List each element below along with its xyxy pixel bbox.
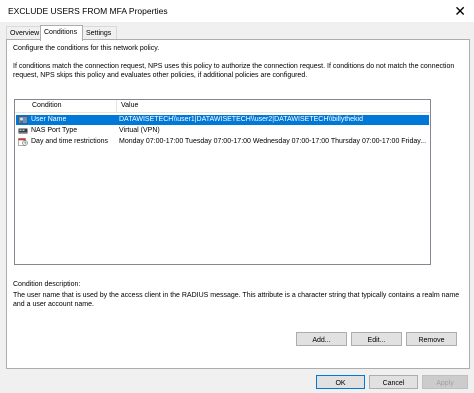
- tab-settings[interactable]: Settings: [82, 26, 117, 40]
- ok-button[interactable]: OK: [316, 375, 365, 389]
- condition-value: DATAWISETECH\\user1|DATAWISETECH\\user2|…: [119, 116, 364, 123]
- tab-conditions[interactable]: Conditions: [40, 25, 83, 41]
- condition-name: Day and time restrictions: [31, 138, 109, 145]
- apply-button[interactable]: Apply: [422, 375, 468, 389]
- tab-conditions-label: Conditions: [44, 29, 78, 36]
- clock-calendar-icon: [18, 138, 28, 146]
- condition-value: Monday 07:00-17:00 Tuesday 07:00-17:00 W…: [119, 138, 427, 145]
- condition-row-user-name[interactable]: User Name DATAWISETECH\\user1|DATAWISETE…: [16, 115, 429, 125]
- explain-text-line1: If conditions match the connection reque…: [13, 63, 455, 70]
- condition-description-line2: and a user account name.: [13, 301, 94, 308]
- list-header: Condition Value: [15, 100, 430, 113]
- remove-button[interactable]: Remove: [406, 332, 457, 346]
- tab-overview[interactable]: Overview: [6, 26, 42, 40]
- column-header-value[interactable]: Value: [117, 100, 430, 112]
- condition-description-line1: The user name that is used by the access…: [13, 292, 460, 299]
- edit-button[interactable]: Edit...: [351, 332, 402, 346]
- add-button[interactable]: Add...: [296, 332, 347, 346]
- title-bar: EXCLUDE USERS FROM MFA Properties ✕: [0, 0, 474, 22]
- tab-overview-label: Overview: [10, 30, 40, 37]
- window-title: EXCLUDE USERS FROM MFA Properties: [8, 6, 168, 16]
- intro-text: Configure the conditions for this networ…: [13, 45, 160, 52]
- condition-name: NAS Port Type: [31, 127, 78, 134]
- user-icon: [18, 116, 28, 124]
- network-port-icon: [18, 128, 28, 134]
- column-header-condition[interactable]: Condition: [15, 100, 117, 112]
- cancel-button[interactable]: Cancel: [369, 375, 418, 389]
- condition-row-day-time[interactable]: Day and time restrictions Monday 07:00-1…: [16, 137, 429, 147]
- condition-row-nas-port-type[interactable]: NAS Port Type Virtual (VPN): [16, 126, 429, 136]
- explain-text-line2: request, NPS skips this policy and evalu…: [13, 72, 308, 79]
- tab-settings-label: Settings: [86, 30, 112, 37]
- condition-name: User Name: [31, 116, 67, 123]
- conditions-panel: Configure the conditions for this networ…: [6, 39, 470, 369]
- condition-description-label: Condition description:: [13, 281, 81, 288]
- conditions-list[interactable]: Condition Value User Name DATAWISETECH\\…: [14, 99, 431, 265]
- properties-dialog: EXCLUDE USERS FROM MFA Properties ✕ Over…: [0, 0, 474, 393]
- condition-value: Virtual (VPN): [119, 127, 160, 134]
- close-icon[interactable]: ✕: [454, 2, 466, 20]
